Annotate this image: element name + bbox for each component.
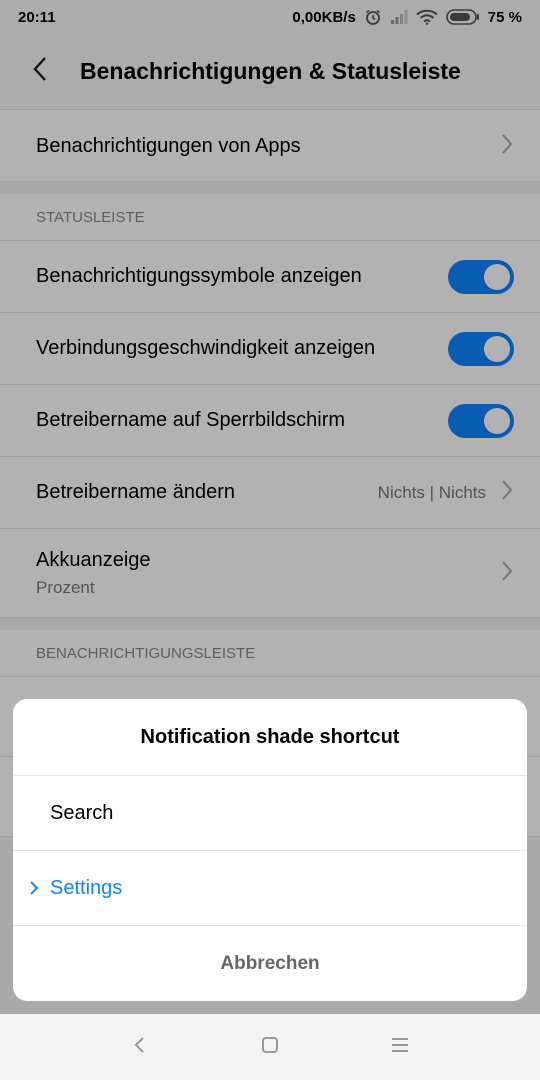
nav-menu-button[interactable]	[380, 1027, 420, 1067]
shortcut-dialog: Notification shade shortcut Search Setti…	[13, 699, 527, 1001]
nav-bar	[0, 1014, 540, 1080]
dialog-title: Notification shade shortcut	[13, 699, 527, 776]
nav-back-button[interactable]	[120, 1027, 160, 1067]
menu-icon	[391, 1037, 409, 1058]
nav-home-button[interactable]	[250, 1027, 290, 1067]
option-label: Settings	[50, 876, 123, 899]
home-icon	[261, 1036, 279, 1059]
option-settings[interactable]: Settings	[13, 851, 527, 926]
selected-chevron-icon	[29, 879, 39, 902]
cancel-button[interactable]: Abbrechen	[13, 926, 527, 1001]
option-search[interactable]: Search	[13, 776, 527, 851]
option-label: Search	[50, 801, 114, 824]
back-icon	[133, 1035, 147, 1060]
